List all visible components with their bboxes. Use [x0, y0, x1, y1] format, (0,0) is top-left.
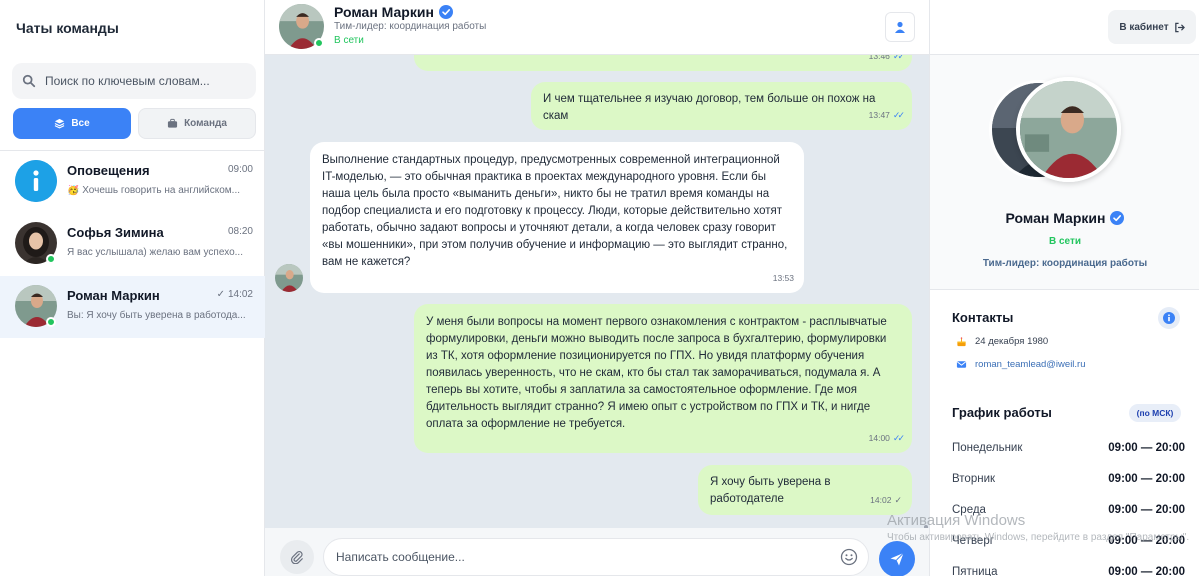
filter-team-button[interactable]: Команда	[138, 108, 256, 139]
chat-time: 08:20	[227, 226, 253, 237]
double-check-icon: ✓✓	[892, 110, 905, 120]
message-input-box[interactable]	[323, 538, 869, 576]
chat-list-item-sofya[interactable]: Софья Зимина 08:20 Я вас услышала) желаю…	[0, 213, 265, 275]
contact-name: Роман Маркин	[334, 4, 453, 20]
message-meta: 13:53	[772, 273, 794, 283]
profile-name: Роман Маркин	[930, 210, 1199, 226]
schedule-title: График работы	[952, 405, 1052, 420]
info-icon	[1163, 312, 1175, 324]
send-button[interactable]	[879, 541, 915, 576]
chat-panel: Роман Маркин Тим-лидер: координация рабо…	[265, 0, 929, 576]
person-photo-icon	[1020, 81, 1117, 178]
avatar	[15, 160, 57, 202]
send-icon	[890, 552, 904, 566]
message-meta: 14:02 ✓	[870, 492, 902, 509]
chat-preview: Я вас услышала) желаю вам успехо...	[67, 247, 243, 258]
emoji-icon[interactable]	[840, 548, 858, 566]
profile-panel-header: В кабинет	[930, 0, 1199, 55]
chat-preview: Вы: Я хочу быть уверена в работода...	[67, 310, 246, 321]
verified-badge-icon	[1110, 211, 1125, 225]
chat-name: Роман Маркин	[67, 288, 160, 303]
online-indicator	[46, 317, 56, 327]
contact-role: Тим-лидер: координация работы	[334, 21, 487, 32]
app-window: Чаты команды Все Команда Оповещения 09:0…	[0, 0, 1199, 576]
profile-info-button[interactable]	[885, 12, 915, 42]
online-indicator	[314, 38, 324, 48]
chat-list-item-roman[interactable]: Роман Маркин ✓ 14:02 Вы: Я хочу быть увер…	[0, 276, 265, 338]
profile-card: Роман Маркин В сети Тим-лидер: координац…	[930, 55, 1199, 290]
double-check-icon: ✓✓	[892, 55, 905, 61]
message-text: У меня были вопросы на момент первого оз…	[426, 316, 887, 430]
message-outgoing: У меня были вопросы на момент первого оз…	[414, 304, 912, 453]
profile-role: Тим-лидер: координация работы	[982, 258, 1148, 269]
message-text: И чем тщательнее я изучаю договор, тем б…	[543, 93, 876, 122]
contact-email-link[interactable]: roman_teamlead@iweil.ru	[956, 359, 1086, 370]
logout-icon	[1174, 22, 1185, 32]
contact-birthday: 24 декабря 1980	[956, 336, 1048, 347]
cake-icon	[957, 337, 966, 347]
user-badge-icon	[895, 21, 905, 33]
attach-button[interactable]	[280, 540, 314, 574]
briefcase-icon	[167, 118, 178, 128]
chat-name: Софья Зимина	[67, 225, 164, 240]
double-check-icon: ✓✓	[892, 433, 905, 443]
read-check-icon: ✓	[216, 289, 225, 300]
filter-all-label: Все	[71, 118, 90, 129]
message-incoming: Выполнение стандартных процедур, предусм…	[310, 142, 804, 293]
message-meta: 14:00 ✓✓	[869, 430, 905, 447]
search-box[interactable]	[12, 63, 256, 99]
chat-time: ✓ 14:02	[216, 289, 253, 300]
sender-avatar	[275, 264, 303, 292]
message-meta: 13:47 ✓✓	[869, 107, 905, 124]
profile-photo[interactable]	[1016, 77, 1121, 182]
profile-status: В сети	[1048, 236, 1082, 247]
filter-team-label: Команда	[184, 118, 227, 129]
paperclip-icon	[290, 551, 303, 564]
info-icon	[15, 160, 57, 202]
chat-list-sidebar: Чаты команды Все Команда Оповещения 09:0…	[0, 0, 265, 576]
message-meta: 13:46 ✓✓	[869, 55, 905, 65]
person-photo-icon	[275, 264, 303, 292]
verified-badge-icon	[438, 5, 453, 19]
profile-panel: В кабинет Роман Маркин В сети Тим-лидер:…	[929, 0, 1199, 576]
filter-all-button[interactable]: Все	[13, 108, 131, 139]
online-indicator	[46, 254, 56, 264]
message-outgoing: 13:46 ✓✓	[414, 55, 912, 71]
cabinet-button[interactable]: В кабинет	[1108, 10, 1196, 44]
message-composer	[265, 528, 929, 576]
contacts-info-button[interactable]	[1158, 307, 1180, 329]
contacts-title: Контакты	[952, 310, 1014, 325]
message-list[interactable]: 13:46 ✓✓ И чем тщательнее я изучаю догово…	[265, 55, 929, 528]
search-icon	[22, 74, 36, 88]
search-input[interactable]	[45, 74, 240, 88]
message-input[interactable]	[336, 550, 816, 564]
layers-icon	[54, 118, 65, 129]
chat-list-item-notifications[interactable]: Оповещения 09:00 🥳 Хочешь говорить на ан…	[0, 151, 265, 213]
chat-preview: 🥳 Хочешь говорить на английском...	[67, 185, 241, 196]
chat-header: Роман Маркин Тим-лидер: координация рабо…	[265, 0, 929, 55]
message-text: Выполнение стандартных процедур, предусм…	[322, 154, 788, 268]
check-icon: ✓	[894, 495, 902, 505]
mail-icon	[956, 361, 967, 368]
message-outgoing: И чем тщательнее я изучаю договор, тем б…	[531, 82, 912, 130]
chat-name: Оповещения	[67, 163, 150, 178]
chat-time: 09:00	[227, 164, 253, 175]
timezone-badge: (по МСК)	[1129, 404, 1181, 422]
message-outgoing: Я хочу быть уверена в работодателе 14:02…	[698, 465, 912, 515]
sidebar-title: Чаты команды	[16, 20, 119, 36]
cabinet-label: В кабинет	[1119, 21, 1169, 33]
contact-status: В сети	[334, 35, 364, 46]
